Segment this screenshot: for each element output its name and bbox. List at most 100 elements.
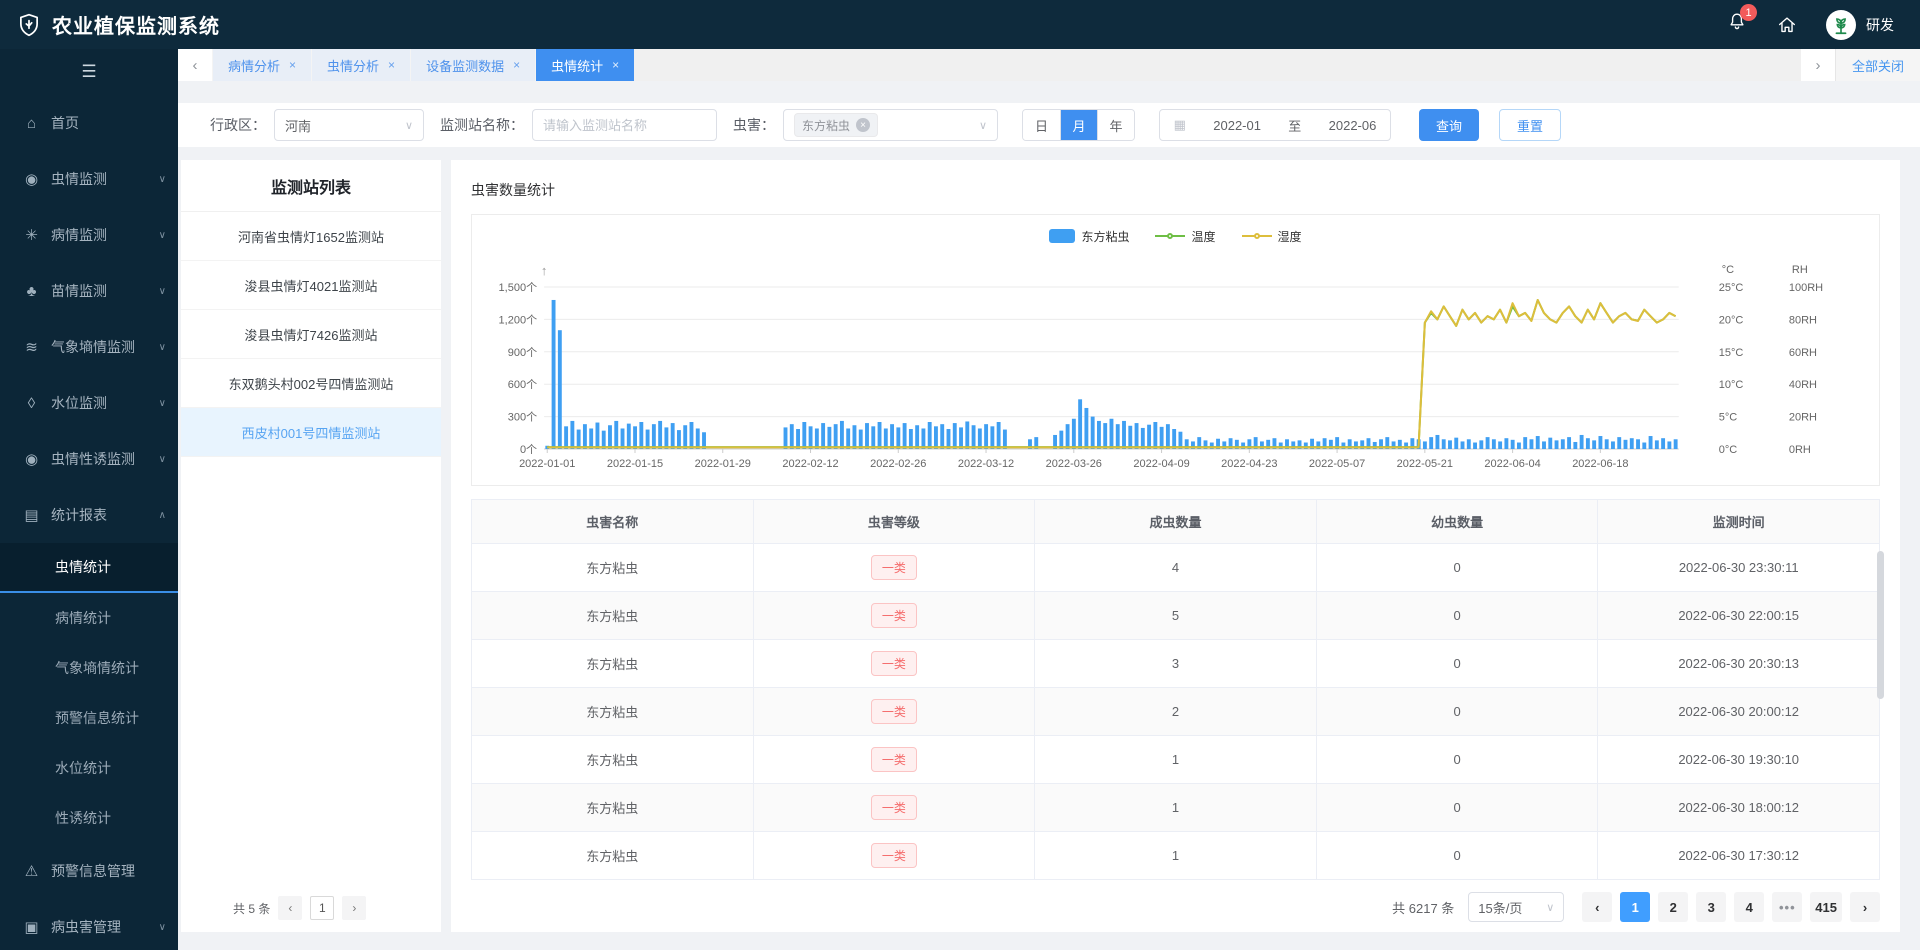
- page-button-415[interactable]: 415: [1810, 892, 1842, 922]
- sidebar-item-label: 气象墒情监测: [51, 337, 135, 357]
- sidebar-subitem[interactable]: 气象墒情统计: [0, 643, 178, 693]
- cell-pest-name: 东方粘虫: [472, 592, 754, 640]
- pest-select[interactable]: 东方粘虫 × ∨: [783, 109, 998, 141]
- sidebar-item-bug[interactable]: ◉虫情监测∨: [0, 151, 178, 207]
- sidebar-item-sprout[interactable]: ♣苗情监测∨: [0, 263, 178, 319]
- sidebar-subitem[interactable]: 病情统计: [0, 593, 178, 643]
- tag-close-icon[interactable]: ×: [856, 118, 870, 132]
- search-button[interactable]: 查询: [1419, 109, 1479, 141]
- tab-scroll-left-button[interactable]: ‹: [178, 49, 212, 81]
- svg-text:900个: 900个: [508, 346, 537, 359]
- svg-text:80RH: 80RH: [1789, 314, 1817, 326]
- shield-logo-icon: [16, 12, 42, 38]
- date-range-picker[interactable]: ▦ 2022-01 至 2022-06: [1159, 109, 1391, 141]
- tab-label: 病情分析: [228, 56, 280, 75]
- prev-page-button[interactable]: ‹: [1582, 892, 1612, 922]
- tab-scroll-right-button[interactable]: ›: [1801, 49, 1835, 81]
- top-header: 农业植保监测系统 1: [0, 0, 1920, 49]
- legend-label: 湿度: [1278, 228, 1302, 245]
- page-button-3[interactable]: 3: [1696, 892, 1726, 922]
- grade-badge: 一类: [871, 555, 917, 580]
- table-row: 东方粘虫一类102022-06-30 18:00:12: [472, 784, 1880, 832]
- cell-adult-count: 1: [1035, 736, 1317, 784]
- legend-item-pest[interactable]: 东方粘虫: [1049, 228, 1129, 245]
- station-list-item[interactable]: 浚县虫情灯7426监测站: [181, 310, 441, 359]
- tab-close-icon[interactable]: ×: [388, 58, 395, 72]
- sidebar-subitem[interactable]: 性诱统计: [0, 793, 178, 843]
- table-column-header: 虫害等级: [753, 500, 1035, 544]
- pest-label: 虫害：: [733, 115, 775, 135]
- svg-text:1,500个: 1,500个: [499, 281, 538, 294]
- legend-item-temperature[interactable]: 温度: [1155, 228, 1215, 245]
- user-name[interactable]: 研发: [1866, 15, 1894, 35]
- table-row: 东方粘虫一类302022-06-30 20:30:13: [472, 640, 1880, 688]
- chevron-down-icon: ∨: [159, 286, 166, 297]
- svg-text:15°C: 15°C: [1719, 347, 1744, 359]
- cell-adult-count: 4: [1035, 544, 1317, 592]
- tab-虫情分析[interactable]: 虫情分析×: [311, 49, 410, 81]
- station-prev-page-button[interactable]: ‹: [278, 896, 302, 920]
- sidebar-subitem[interactable]: 预警信息统计: [0, 693, 178, 743]
- station-list-item[interactable]: 河南省虫情灯1652监测站: [181, 212, 441, 261]
- station-name-input[interactable]: [532, 109, 717, 141]
- tab-close-icon[interactable]: ×: [289, 58, 296, 72]
- region-label: 行政区：: [210, 115, 266, 135]
- sidebar-item-label: 预警信息管理: [51, 861, 135, 881]
- sidebar-item-water[interactable]: ◊水位监测∨: [0, 375, 178, 431]
- tab-设备监测数据[interactable]: 设备监测数据 ×: [410, 49, 535, 81]
- svg-text:2022-04-09: 2022-04-09: [1133, 458, 1189, 470]
- tab-虫情统计[interactable]: 虫情统计×: [535, 49, 634, 81]
- sidebar-subitem[interactable]: 虫情统计: [0, 543, 178, 593]
- manage-icon: ▣: [22, 918, 41, 936]
- region-select[interactable]: 河南 ∨: [274, 109, 424, 141]
- page-button-4[interactable]: 4: [1734, 892, 1764, 922]
- chevron-down-icon: ∨: [405, 119, 413, 132]
- user-avatar[interactable]: [1826, 10, 1856, 40]
- more-pages-button[interactable]: •••: [1772, 892, 1802, 922]
- sidebar-item-report[interactable]: ▤统计报表∧: [0, 487, 178, 543]
- tab-close-icon[interactable]: ×: [612, 58, 619, 72]
- svg-text:2022-05-21: 2022-05-21: [1397, 458, 1453, 470]
- next-page-button[interactable]: ›: [1850, 892, 1880, 922]
- trap-icon: ◉: [22, 450, 41, 468]
- sidebar-subitem[interactable]: 水位统计: [0, 743, 178, 793]
- sidebar-item-alert[interactable]: ⚠预警信息管理: [0, 843, 178, 899]
- close-all-tabs-button[interactable]: 全部关闭: [1835, 49, 1920, 81]
- sidebar-item-trap[interactable]: ◉虫情性诱监测∨: [0, 431, 178, 487]
- station-list-item[interactable]: 西皮村001号四情监测站: [181, 408, 441, 457]
- legend-line-swatch: [1155, 235, 1185, 237]
- open-tabs: 病情分析×虫情分析×设备监测数据×虫情统计×: [212, 49, 1801, 81]
- sidebar-item-manage[interactable]: ▣病虫害管理∨: [0, 899, 178, 950]
- period-option-button[interactable]: 日: [1023, 110, 1060, 140]
- home-icon[interactable]: [1776, 14, 1798, 36]
- table-scrollbar-thumb[interactable]: [1877, 551, 1884, 699]
- svg-text:5°C: 5°C: [1719, 412, 1738, 424]
- svg-text:2022-03-12: 2022-03-12: [958, 458, 1014, 470]
- collapse-sidebar-button[interactable]: ☰: [0, 49, 178, 95]
- legend-item-humidity[interactable]: 湿度: [1242, 228, 1302, 245]
- period-option-button[interactable]: 年: [1097, 110, 1134, 140]
- svg-text:100RH: 100RH: [1789, 282, 1823, 294]
- table-pagination: 共 6217 条 15条/页 ∨ ‹1234•••415›: [471, 892, 1880, 922]
- station-next-page-button[interactable]: ›: [342, 896, 366, 920]
- station-current-page[interactable]: 1: [310, 896, 334, 920]
- tab-close-icon[interactable]: ×: [513, 58, 520, 72]
- tab-label: 设备监测数据: [426, 56, 504, 75]
- station-list-item[interactable]: 浚县虫情灯4021监测站: [181, 261, 441, 310]
- page-size-select[interactable]: 15条/页 ∨: [1468, 892, 1564, 922]
- legend-bar-swatch: [1049, 229, 1075, 243]
- page-button-1[interactable]: 1: [1620, 892, 1650, 922]
- reset-button[interactable]: 重置: [1499, 109, 1561, 141]
- page-button-2[interactable]: 2: [1658, 892, 1688, 922]
- pest-data-table: 虫害名称虫害等级成虫数量幼虫数量监测时间 东方粘虫一类402022-06-30 …: [471, 499, 1880, 880]
- sidebar-item-virus[interactable]: ✳病情监测∨: [0, 207, 178, 263]
- sprout-icon: ♣: [22, 283, 41, 300]
- notification-bell-icon[interactable]: 1: [1726, 11, 1748, 38]
- period-option-button[interactable]: 月: [1060, 110, 1097, 140]
- sidebar-item-weather[interactable]: ≋气象墒情监测∨: [0, 319, 178, 375]
- table-row: 东方粘虫一类102022-06-30 19:30:10: [472, 736, 1880, 784]
- water-icon: ◊: [22, 395, 41, 412]
- tab-病情分析[interactable]: 病情分析 ×: [212, 49, 311, 81]
- sidebar-item-home[interactable]: ⌂首页: [0, 95, 178, 151]
- station-list-item[interactable]: 东双鹅头村002号四情监测站: [181, 359, 441, 408]
